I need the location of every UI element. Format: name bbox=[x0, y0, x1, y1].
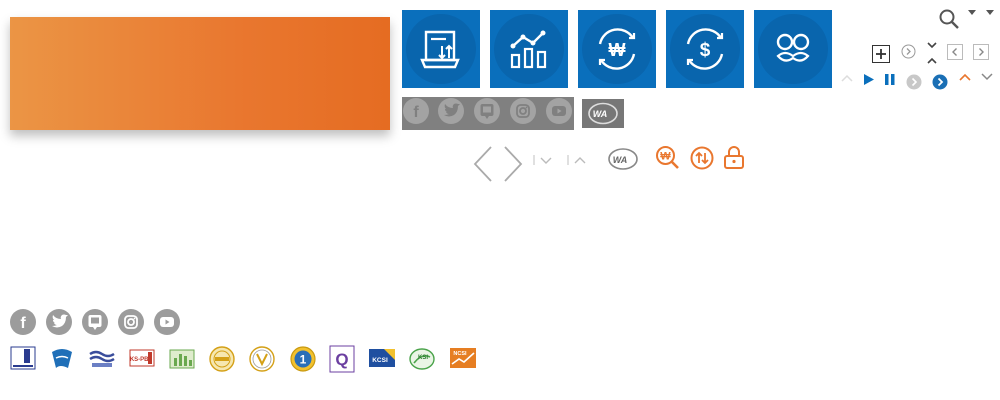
chevron-up-icon[interactable] bbox=[926, 55, 938, 65]
footer-facebook-icon[interactable]: f bbox=[10, 309, 36, 335]
caret-down-small-icon[interactable] bbox=[985, 9, 995, 17]
chevron-down-grey-icon[interactable] bbox=[980, 72, 994, 82]
play-icon[interactable] bbox=[863, 73, 875, 86]
award-badge-2 bbox=[52, 349, 72, 368]
pause-icon[interactable] bbox=[884, 73, 896, 86]
award-badge-12: NCSI bbox=[450, 348, 476, 368]
divider-chevron-up-icon[interactable] bbox=[565, 153, 589, 167]
award-badge-9: Q bbox=[329, 345, 355, 373]
prev-square-icon[interactable] bbox=[947, 44, 963, 60]
promo-banner[interactable] bbox=[10, 17, 390, 130]
award-badge-5 bbox=[169, 349, 195, 369]
chevron-left-large-icon[interactable] bbox=[472, 145, 494, 183]
award-badge-12-text: NCSI bbox=[453, 351, 467, 357]
won-exchange-tile[interactable]: ₩ bbox=[578, 10, 656, 88]
twitter-icon[interactable] bbox=[438, 98, 464, 124]
instagram-icon[interactable] bbox=[510, 98, 536, 124]
next-square-icon[interactable] bbox=[973, 44, 989, 60]
exchange-arrows-icon[interactable] bbox=[689, 145, 715, 171]
wa-badge-text: WA bbox=[593, 109, 608, 119]
won-search-glyph: ₩ bbox=[660, 151, 671, 163]
award-badge-8-text: 1 bbox=[300, 353, 307, 367]
dollar-glyph: $ bbox=[700, 40, 711, 61]
disguise-tile[interactable] bbox=[754, 10, 832, 88]
award-badge-9-text: Q bbox=[335, 350, 348, 369]
award-badge-11: KSI bbox=[409, 348, 435, 370]
svg-text:f: f bbox=[20, 315, 26, 332]
wa-badge-dark: WA bbox=[582, 99, 624, 128]
line-bar-chart-icon bbox=[510, 30, 547, 69]
footer-twitter-icon[interactable] bbox=[46, 309, 72, 335]
add-icon[interactable] bbox=[872, 45, 890, 63]
next-grey-circle-icon[interactable] bbox=[906, 74, 922, 90]
glasses-mustache-icon bbox=[776, 33, 810, 62]
award-badge-6 bbox=[209, 346, 235, 372]
chevron-down-icon[interactable] bbox=[926, 41, 938, 51]
footer-instagram-icon[interactable] bbox=[118, 309, 144, 335]
next-blue-circle-icon[interactable] bbox=[932, 74, 948, 90]
award-badge-1 bbox=[10, 346, 36, 370]
lock-icon[interactable] bbox=[723, 144, 745, 170]
transfer-tile[interactable] bbox=[402, 10, 480, 88]
chevron-up-orange-icon[interactable] bbox=[958, 72, 972, 82]
footer-youtube-icon[interactable] bbox=[154, 309, 180, 335]
divider-chevron-down-icon[interactable] bbox=[531, 153, 555, 167]
chevron-up-light-icon[interactable] bbox=[840, 73, 854, 83]
award-badge-7 bbox=[249, 346, 275, 372]
won-search-icon[interactable]: ₩ bbox=[655, 145, 681, 171]
next-circle-icon[interactable] bbox=[901, 44, 916, 59]
caret-down-icon[interactable] bbox=[967, 9, 977, 17]
award-badge-3 bbox=[89, 350, 115, 367]
wa-badge-light-text: WA bbox=[613, 155, 628, 165]
facebook-icon[interactable]: f bbox=[403, 98, 429, 124]
award-badge-8: 1 bbox=[290, 346, 316, 372]
naver-blog-icon[interactable] bbox=[474, 98, 500, 124]
award-badge-4-text: KS-PBI bbox=[130, 357, 151, 363]
won-exchange-icon: ₩ bbox=[598, 28, 636, 70]
wa-badge-light: WA bbox=[604, 145, 642, 173]
dollar-exchange-tile[interactable]: $ bbox=[666, 10, 744, 88]
chevron-right-large-icon[interactable] bbox=[502, 145, 524, 183]
tablet-transfer-icon bbox=[420, 30, 460, 69]
footer-naver-blog-icon[interactable] bbox=[82, 309, 108, 335]
search-icon[interactable] bbox=[938, 8, 960, 30]
award-badge-10: KCSI bbox=[369, 349, 395, 367]
dollar-exchange-icon: $ bbox=[686, 28, 724, 70]
award-badge-4: KS-PBI bbox=[129, 349, 155, 367]
award-badge-11-text: KSI bbox=[418, 355, 428, 361]
svg-text:f: f bbox=[413, 104, 419, 121]
chart-tile[interactable] bbox=[490, 10, 568, 88]
award-badge-10-text: KCSI bbox=[372, 357, 388, 364]
won-glyph: ₩ bbox=[609, 40, 626, 60]
youtube-icon[interactable] bbox=[546, 98, 572, 124]
